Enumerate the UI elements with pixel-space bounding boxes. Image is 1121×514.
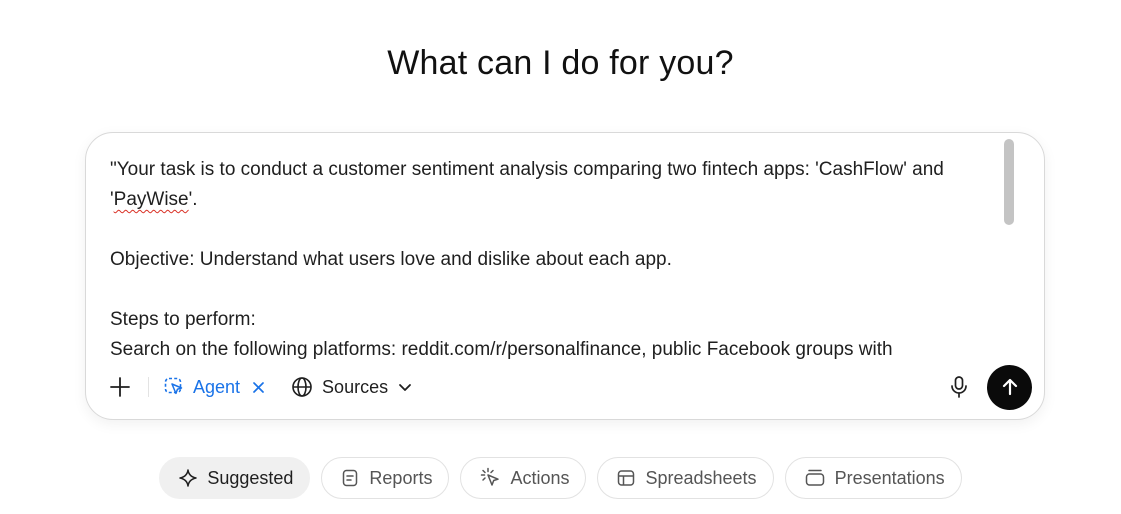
chip-actions[interactable]: Actions	[460, 457, 587, 499]
toolbar-divider	[148, 377, 149, 397]
page-title: What can I do for you?	[387, 44, 734, 82]
chip-reports[interactable]: Reports	[321, 457, 450, 499]
chip-spreadsheets[interactable]: Spreadsheets	[597, 457, 774, 499]
plus-icon	[110, 377, 130, 397]
prompt-composer: "Your task is to conduct a customer sent…	[85, 132, 1045, 420]
sources-label: Sources	[322, 376, 389, 397]
agent-mode-chip[interactable]: Agent	[163, 376, 265, 398]
agent-label: Agent	[193, 376, 241, 397]
prompt-line: "Your task is to conduct a customer sent…	[110, 159, 944, 180]
chip-label: Actions	[510, 467, 570, 488]
globe-icon	[292, 377, 312, 397]
chip-suggested[interactable]: Suggested	[159, 457, 311, 499]
chevron-down-icon	[399, 384, 411, 391]
sparkle-icon	[179, 469, 198, 487]
close-icon	[253, 381, 264, 393]
cursor-click-icon	[481, 467, 500, 486]
scrollbar-thumb[interactable]	[1004, 139, 1014, 225]
agent-cursor-icon	[164, 377, 183, 395]
chip-label: Reports	[369, 467, 433, 488]
remove-agent-button[interactable]	[252, 381, 265, 394]
chip-label: Suggested	[207, 467, 294, 488]
table-icon	[618, 470, 635, 486]
add-attachment-button[interactable]	[106, 373, 134, 401]
prompt-line: Steps to perform:	[110, 309, 256, 330]
arrow-up-icon	[1002, 378, 1017, 396]
chip-label: Presentations	[834, 467, 945, 488]
sources-dropdown[interactable]: Sources	[291, 376, 413, 398]
suggestion-chips: Suggested Reports Actions Spreadsheets P…	[0, 457, 1121, 499]
document-icon	[343, 469, 358, 487]
prompt-line: Search on the following platforms: reddi…	[110, 339, 893, 360]
composer-toolbar: Agent Sources	[106, 364, 1032, 410]
misspelled-word: PayWise	[113, 189, 189, 210]
prompt-textarea[interactable]: "Your task is to conduct a customer sent…	[110, 155, 1000, 363]
chip-presentations[interactable]: Presentations	[784, 457, 962, 499]
send-button[interactable]	[987, 364, 1032, 410]
microphone-icon	[951, 376, 967, 398]
prompt-line: Objective: Understand what users love an…	[110, 249, 672, 270]
chip-label: Spreadsheets	[645, 467, 757, 488]
presentation-icon	[805, 469, 824, 486]
voice-input-button[interactable]	[945, 373, 973, 401]
prompt-line: 'PayWise'.	[110, 189, 198, 210]
